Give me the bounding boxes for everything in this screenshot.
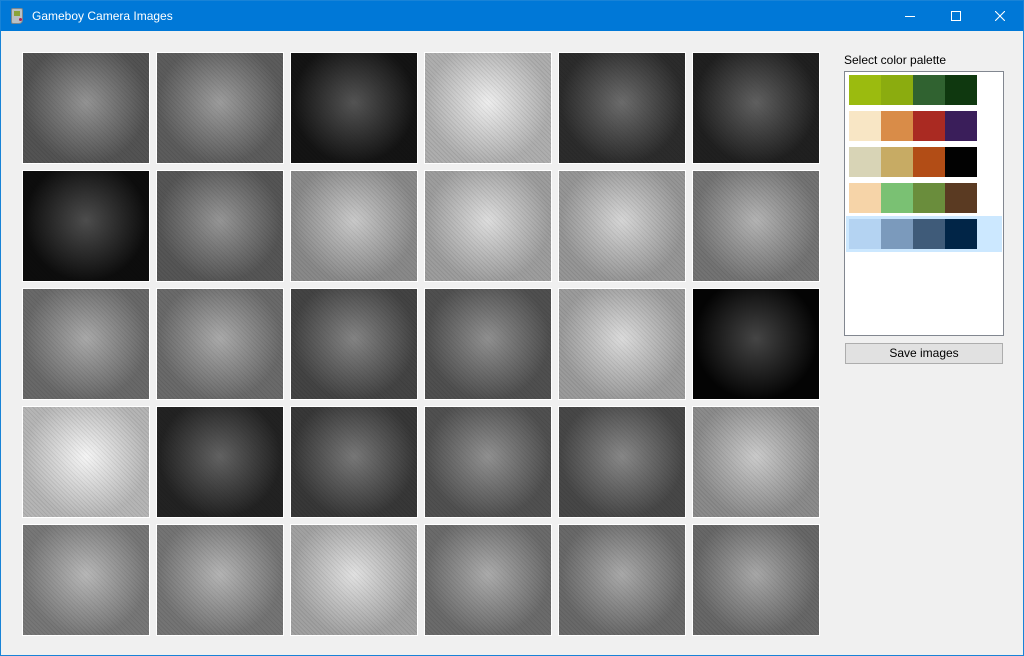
image-thumbnail-face-upside-down	[692, 406, 820, 518]
image-thumbnail-boy-portrait-2	[156, 288, 284, 400]
palette-swatch	[913, 183, 945, 213]
image-thumbnail-boy-lying	[156, 524, 284, 636]
image-thumbnail-cables-white	[22, 406, 150, 518]
palette-swatch	[849, 111, 881, 141]
image-thumbnail-paper-on-floor	[290, 406, 418, 518]
image-thumbnail-cables-toy	[558, 288, 686, 400]
image-thumbnail-face-fisheye-1	[424, 524, 552, 636]
palette-option-3[interactable]	[846, 144, 1002, 180]
image-thumbnail-woman-smiling	[22, 288, 150, 400]
maximize-button[interactable]	[933, 1, 979, 31]
palette-option-4[interactable]	[846, 180, 1002, 216]
image-thumbnail-hallway-dark	[558, 52, 686, 164]
image-thumbnail-screen-photo	[156, 406, 284, 518]
minimize-button[interactable]	[887, 1, 933, 31]
image-thumbnail-dark-scene	[22, 170, 150, 282]
title-bar[interactable]: Gameboy Camera Images	[1, 1, 1023, 31]
image-thumbnail-child-hallway	[424, 170, 552, 282]
palette-swatch	[913, 111, 945, 141]
palette-swatch	[945, 75, 977, 105]
image-thumbnail-black-noise	[692, 288, 820, 400]
close-icon	[995, 11, 1005, 21]
image-thumbnail-tv-remote-2	[156, 170, 284, 282]
maximize-icon	[951, 11, 961, 21]
palette-swatch	[945, 111, 977, 141]
image-grid	[22, 52, 820, 636]
palette-swatch	[881, 219, 913, 249]
palette-swatch	[913, 75, 945, 105]
palette-option-2[interactable]	[846, 108, 1002, 144]
image-thumbnail-face-grimace	[22, 524, 150, 636]
palette-swatch	[913, 219, 945, 249]
image-thumbnail-tv-empty	[156, 52, 284, 164]
palette-swatch	[945, 219, 977, 249]
image-thumbnail-tv-remote	[22, 52, 150, 164]
palette-swatch	[881, 75, 913, 105]
palette-swatch	[849, 147, 881, 177]
image-thumbnail-face-fisheye-3	[692, 524, 820, 636]
palette-swatch	[881, 183, 913, 213]
palette-option-1[interactable]	[846, 72, 1002, 108]
palette-swatch	[849, 183, 881, 213]
palette-swatch	[913, 147, 945, 177]
palette-label: Select color palette	[844, 53, 947, 67]
image-thumbnail-gradient-curve	[290, 288, 418, 400]
palette-swatch	[849, 219, 881, 249]
palette-option-5[interactable]	[846, 216, 1002, 252]
minimize-icon	[905, 16, 915, 17]
palette-listbox[interactable]	[844, 71, 1004, 336]
palette-swatch	[945, 147, 977, 177]
palette-swatch	[881, 111, 913, 141]
image-thumbnail-girl-smiling	[424, 406, 552, 518]
image-thumbnail-child-arms-up	[558, 170, 686, 282]
window-title: Gameboy Camera Images	[32, 9, 173, 23]
image-thumbnail-boy-portrait	[692, 170, 820, 282]
image-thumbnail-two-faces	[558, 406, 686, 518]
image-thumbnail-face-fisheye-2	[558, 524, 686, 636]
gameboy-icon	[11, 8, 23, 24]
palette-swatch	[881, 147, 913, 177]
image-thumbnail-face-closeup	[290, 524, 418, 636]
app-window: Gameboy Camera Images Select color palet…	[0, 0, 1024, 656]
image-thumbnail-paper-drawing	[290, 170, 418, 282]
close-button[interactable]	[977, 1, 1023, 31]
image-thumbnail-high-contrast-shape	[424, 52, 552, 164]
palette-swatch	[945, 183, 977, 213]
image-thumbnail-graphic-stripes	[290, 52, 418, 164]
save-images-button[interactable]: Save images	[845, 343, 1003, 364]
image-thumbnail-dark-door	[692, 52, 820, 164]
image-thumbnail-child-closeup	[424, 288, 552, 400]
palette-swatch	[849, 75, 881, 105]
